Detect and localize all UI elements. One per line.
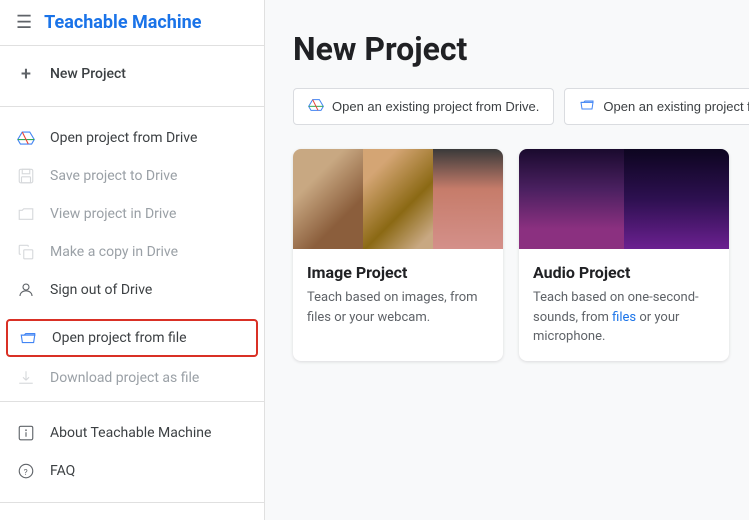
signout-drive-label: Sign out of Drive	[50, 282, 152, 298]
svg-text:?: ?	[24, 468, 28, 478]
info-icon	[16, 423, 36, 443]
thumbnail-purple1	[519, 149, 624, 249]
open-drive-label: Open project from Drive	[50, 130, 197, 146]
divider-3	[0, 502, 264, 503]
folder-open-icon	[18, 328, 38, 348]
plus-icon: +	[16, 64, 36, 84]
about-section: About Teachable Machine ? FAQ	[0, 406, 264, 498]
open-from-drive-button[interactable]: Open an existing project from Drive.	[293, 88, 554, 125]
page-title: New Project	[293, 30, 721, 68]
sidebar-item-open-file[interactable]: Open project from file	[6, 319, 258, 357]
divider-1	[0, 106, 264, 107]
drive-icon	[16, 128, 36, 148]
image-project-title: Image Project	[307, 263, 489, 282]
thumbnail-dog2	[363, 149, 433, 249]
project-action-buttons: Open an existing project from Drive. Ope…	[293, 88, 721, 125]
sidebar-item-about[interactable]: About Teachable Machine	[0, 414, 264, 452]
image-project-desc: Teach based on images, from files or you…	[307, 288, 489, 327]
image-project-thumbnails	[293, 149, 503, 249]
folder-icon	[16, 204, 36, 224]
sidebar-item-open-drive[interactable]: Open project from Drive	[0, 119, 264, 157]
download-icon	[16, 368, 36, 388]
view-drive-label: View project in Drive	[50, 206, 176, 222]
person-icon	[16, 280, 36, 300]
folder-btn-icon	[579, 97, 595, 116]
open-from-file-button[interactable]: Open an existing project from a file.	[564, 88, 749, 125]
open-drive-btn-label: Open an existing project from Drive.	[332, 99, 539, 114]
download-label: Download project as file	[50, 370, 199, 386]
audio-project-title: Audio Project	[533, 263, 715, 282]
steps-section: 1 1. Gather samples	[0, 507, 264, 520]
new-project-section: + New Project	[0, 46, 264, 102]
hamburger-icon[interactable]: ☰	[16, 12, 32, 33]
new-project-item[interactable]: + New Project	[0, 54, 264, 94]
audio-project-body: Audio Project Teach based on one-second-…	[519, 249, 729, 361]
about-label: About Teachable Machine	[50, 425, 211, 441]
sidebar-item-copy-drive: Make a copy in Drive	[0, 233, 264, 271]
sidebar-header: ☰ Teachable Machine	[0, 0, 264, 46]
new-project-label: New Project	[50, 66, 126, 82]
save-icon	[16, 166, 36, 186]
image-project-body: Image Project Teach based on images, fro…	[293, 249, 503, 341]
faq-icon: ?	[16, 461, 36, 481]
thumbnail-person	[433, 149, 503, 249]
thumbnail-purple2	[624, 149, 729, 249]
sidebar: ☰ Teachable Machine + New Project Open p…	[0, 0, 265, 520]
copy-icon	[16, 242, 36, 262]
sidebar-item-signout-drive[interactable]: Sign out of Drive	[0, 271, 264, 309]
sidebar-item-faq[interactable]: ? FAQ	[0, 452, 264, 490]
main-content: New Project Open an existing project fro…	[265, 0, 749, 520]
sidebar-item-view-drive: View project in Drive	[0, 195, 264, 233]
drive-btn-icon	[308, 97, 324, 116]
audio-project-thumbnails	[519, 149, 729, 249]
project-cards: Image Project Teach based on images, fro…	[293, 149, 721, 361]
open-file-btn-label: Open an existing project from a file.	[603, 99, 749, 114]
save-drive-label: Save project to Drive	[50, 168, 177, 184]
faq-label: FAQ	[50, 463, 75, 479]
divider-2	[0, 401, 264, 402]
audio-project-card[interactable]: Audio Project Teach based on one-second-…	[519, 149, 729, 361]
open-file-label: Open project from file	[52, 330, 187, 346]
image-project-card[interactable]: Image Project Teach based on images, fro…	[293, 149, 503, 361]
brand-title: Teachable Machine	[44, 12, 201, 33]
drive-section: Open project from Drive Save project to …	[0, 111, 264, 317]
sidebar-item-download: Download project as file	[0, 359, 264, 397]
sidebar-item-step1[interactable]: 1 1. Gather samples	[0, 515, 264, 520]
thumbnail-dog1	[293, 149, 363, 249]
audio-project-desc: Teach based on one-second-sounds, from f…	[533, 288, 715, 347]
sidebar-item-save-drive: Save project to Drive	[0, 157, 264, 195]
copy-drive-label: Make a copy in Drive	[50, 244, 178, 260]
